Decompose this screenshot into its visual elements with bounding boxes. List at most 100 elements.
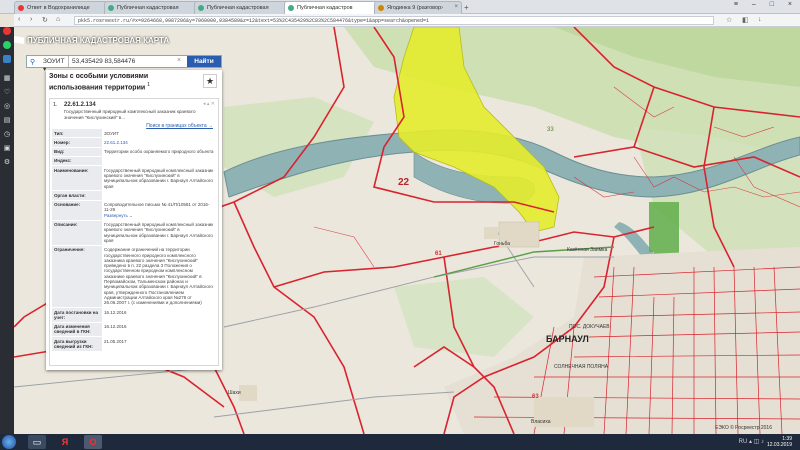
result-item[interactable]: 1. 22.61.2.134 ◂ ▴ ✕ Государственный при… xyxy=(49,98,219,366)
attr-value: 16.12.2016 xyxy=(102,322,216,338)
map-label-22: 22 xyxy=(398,177,410,188)
result-code: 22.61.2.134 xyxy=(64,102,96,108)
tab-label: Ответ в Водохранилище xyxy=(27,5,90,11)
attr-value: ЗОУИТ xyxy=(102,129,216,139)
bookmarks-icon[interactable]: ♡ xyxy=(3,89,11,97)
attr-key: Вид: xyxy=(52,147,102,157)
clear-search-icon[interactable]: × xyxy=(177,57,181,64)
attr-row: Дата изменения сведений в ГКН: 16.12.2016 xyxy=(52,322,216,338)
whatsapp-icon[interactable] xyxy=(3,41,11,49)
expand-link[interactable]: Развернуть xyxy=(104,213,128,218)
attr-key: Орган власти: xyxy=(52,190,102,201)
attr-value: 21.05.2017 xyxy=(102,336,216,352)
vk-icon[interactable] xyxy=(3,55,11,63)
extension-icon[interactable]: ◧ xyxy=(742,16,749,24)
settings-icon[interactable]: ⚙ xyxy=(3,159,11,167)
attr-key: Наименование: xyxy=(52,165,102,192)
search-type-label: ЗОУИТ xyxy=(43,58,65,65)
search-bar: ⚲ ЗОУИТ ▾ × Найти xyxy=(26,55,222,73)
browser-tab[interactable]: Ягодинка 9 (разговор› × xyxy=(374,1,462,14)
place-label: Власиха xyxy=(531,419,551,425)
attr-key: Описание: xyxy=(52,220,102,246)
taskbar: ▭ Я O RU ▴ ◫ ♪ 1:39 12.03.2019 xyxy=(0,434,800,450)
history-icon[interactable]: ◷ xyxy=(3,131,11,139)
item-controls-icon[interactable]: ◂ ▴ ✕ xyxy=(203,101,215,107)
news-icon[interactable]: ▤ xyxy=(3,117,11,125)
city-label: БАРНАУЛ xyxy=(546,334,589,344)
attr-row: Дата постановки на учет: 16.12.2016 xyxy=(52,307,216,323)
clock-date: 12.03.2019 xyxy=(766,442,792,448)
system-tray-icons[interactable]: RU ▴ ◫ ♪ xyxy=(739,438,764,445)
attr-value xyxy=(102,156,216,167)
start-button[interactable] xyxy=(2,435,16,449)
result-count: 1 xyxy=(147,82,150,88)
download-icon[interactable]: ↓ xyxy=(758,16,762,23)
attr-row: Вид: Территории особо охраняемого природн… xyxy=(52,147,216,157)
tab-label: Публичная кадастровая xyxy=(117,5,179,11)
search-icon[interactable]: ⚲ xyxy=(30,58,35,66)
site-favicon-icon xyxy=(108,5,114,11)
attr-value: Государственный природный комплексный за… xyxy=(102,165,216,192)
attr-value: Государственный природный комплексный за… xyxy=(102,220,216,246)
yandex-browser-icon[interactable]: Я xyxy=(56,435,74,449)
forward-icon[interactable]: › xyxy=(30,16,32,23)
search-button[interactable]: Найти xyxy=(187,56,221,67)
place-label: ПОС. ДОКУЧАЕВ xyxy=(569,324,610,330)
home-icon[interactable]: ⌂ xyxy=(56,16,60,23)
tab-label: Публичная кадастровая xyxy=(207,5,269,11)
extensions-icon[interactable]: ▣ xyxy=(3,145,11,153)
attr-value: 16.12.2016 xyxy=(102,307,216,323)
language-indicator[interactable]: RU xyxy=(739,439,748,445)
attr-row: Описание: Государственный природный компл… xyxy=(52,220,216,246)
search-input[interactable] xyxy=(72,57,176,66)
opera-logo-icon[interactable] xyxy=(3,27,11,35)
place-label: Шахи xyxy=(228,390,241,396)
opera-browser-icon[interactable]: O xyxy=(84,435,102,449)
system-clock[interactable]: 1:39 12.03.2019 xyxy=(767,436,792,448)
place-label: Гоньба xyxy=(494,241,511,247)
close-tab-icon[interactable]: × xyxy=(454,4,458,10)
attr-value xyxy=(102,190,216,201)
snapshot-icon[interactable]: ◎ xyxy=(3,103,11,111)
window-controls[interactable]: ≡ – □ × xyxy=(734,1,798,8)
chevron-down-icon: ⌄ xyxy=(129,212,133,218)
favorite-star-icon[interactable]: ★ xyxy=(203,74,217,88)
attr-row: Наименование: Государственный природный к… xyxy=(52,165,216,192)
app-header: ПУБЛИЧНАЯ КАДАСТРОВАЯ КАРТА xyxy=(14,36,169,45)
attr-value: Сопроводительное письмо № 41/П/10581 от … xyxy=(102,200,216,221)
attr-key: Основание: xyxy=(52,200,102,221)
bookmark-star-icon[interactable]: ☆ xyxy=(726,16,732,24)
attr-row: Индекс: xyxy=(52,156,216,167)
reload-icon[interactable]: ↻ xyxy=(42,16,48,24)
new-tab-button[interactable]: + xyxy=(464,3,469,12)
search-type-select[interactable]: ЗОУИТ ▾ xyxy=(41,56,69,73)
map-copyright: ЕЭКО © Росреестр 2016 xyxy=(715,425,772,431)
speed-dial-icon[interactable]: ▦ xyxy=(3,75,11,83)
file-explorer-icon[interactable]: ▭ xyxy=(28,435,46,449)
attr-row: Номер: 22.61.2.134 xyxy=(52,137,216,148)
attr-key: Дата постановки на учет: xyxy=(52,307,102,323)
site-favicon-icon xyxy=(378,5,384,11)
site-favicon-icon xyxy=(18,5,24,11)
attr-row: Ограничение: Содержание ограничений на те… xyxy=(52,245,216,309)
app-title: ПУБЛИЧНАЯ КАДАСТРОВАЯ КАРТА xyxy=(27,36,170,45)
back-icon[interactable]: ‹ xyxy=(18,16,20,23)
map-label-61: 61 xyxy=(435,251,442,257)
attr-row: Дата выгрузки сведений из ГКН: 21.05.2017 xyxy=(52,336,216,352)
rosreestr-logo-icon xyxy=(14,36,24,44)
url-field[interactable]: pkk5.rosreestr.ru/#x=9264668,9987206&y=7… xyxy=(74,16,714,25)
attr-key: Дата выгрузки сведений из ГКН: xyxy=(52,336,102,352)
browser-sidebar: ▦ ♡ ◎ ▤ ◷ ▣ ⚙ xyxy=(0,27,14,434)
attr-key: Индекс: xyxy=(52,156,102,167)
attr-key: Дата изменения сведений в ГКН: xyxy=(52,322,102,338)
browser-tab-bar: Ответ в Водохранилище × Публичная кадастр… xyxy=(0,0,800,14)
attr-key: Номер: xyxy=(52,137,102,148)
attr-value: Содержание ограничений на территории гос… xyxy=(102,245,216,309)
result-index: 1. xyxy=(53,102,58,108)
site-favicon-icon xyxy=(288,5,294,11)
attr-value: Территории особо охраняемого природного … xyxy=(102,147,216,157)
panel-title: Зоны с особыми условиями использования т… xyxy=(49,73,150,92)
attr-value[interactable]: 22.61.2.134 xyxy=(102,137,216,148)
attributes-table: Тип: ЗОУИТ Номер: 22.61.2.134 Вид: Территор… xyxy=(52,129,216,352)
map-label-33: 33 xyxy=(547,127,554,133)
